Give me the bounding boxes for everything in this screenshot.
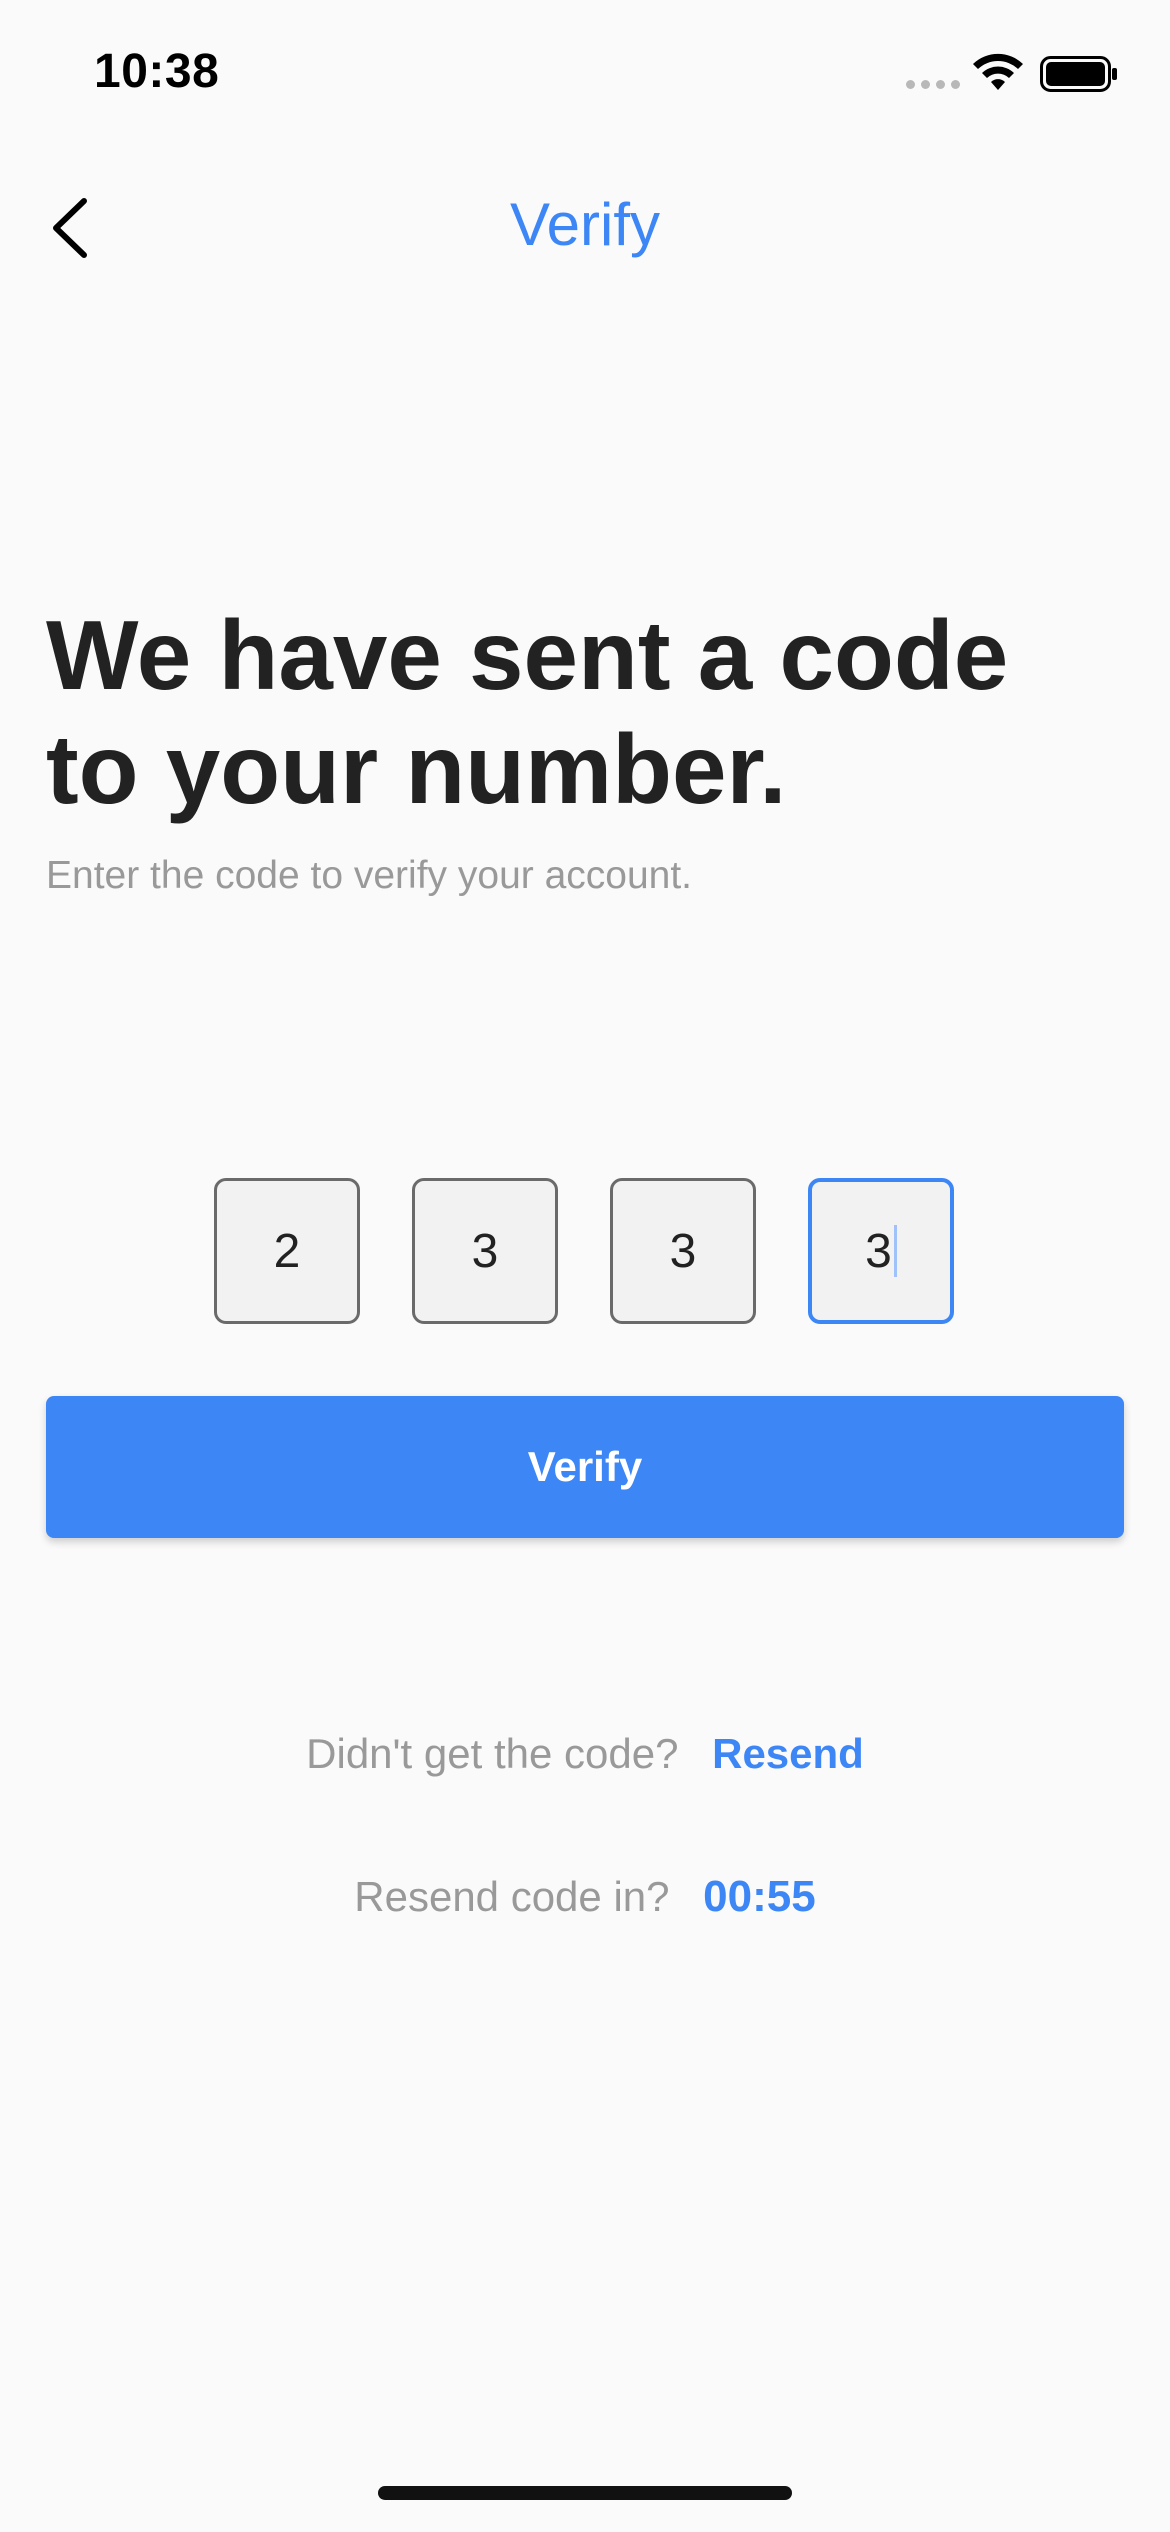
verify-button-label: Verify: [527, 1443, 643, 1490]
code-digit-input-4[interactable]: 3: [808, 1178, 954, 1324]
resend-prompt: Didn't get the code?: [306, 1730, 679, 1777]
headline: We have sent a code to your number.: [46, 598, 1126, 826]
code-digit-input-1[interactable]: 2: [214, 1178, 360, 1324]
page-title: Verify: [509, 191, 661, 258]
verify-screen: 10:38 Verify We have sent a code to your…: [0, 0, 1170, 2532]
home-indicator[interactable]: [378, 2486, 792, 2500]
resend-row: Didn't get the code? Resend: [0, 1730, 1170, 1778]
headline-line-2: to your number.: [46, 714, 787, 824]
code-digit-input-2[interactable]: 3: [412, 1178, 558, 1324]
wifi-icon: [973, 53, 1023, 90]
headline-line-1: We have sent a code: [46, 600, 1009, 710]
timer-prompt: Resend code in?: [354, 1873, 670, 1920]
nav-bar: Verify: [0, 160, 1170, 290]
resend-link[interactable]: Resend: [712, 1730, 864, 1777]
status-bar: 10:38: [0, 0, 1170, 140]
code-digit-value: 3: [865, 1224, 892, 1278]
cellular-signal-icon: [906, 80, 960, 89]
text-cursor: [893, 1225, 897, 1277]
countdown-timer: 00:55: [703, 1872, 816, 1921]
battery-icon: [1040, 56, 1117, 92]
code-digit-input-3[interactable]: 3: [610, 1178, 756, 1324]
status-time: 10:38: [94, 45, 220, 98]
verify-button[interactable]: Verify: [46, 1396, 1124, 1538]
resend-timer-row: Resend code in? 00:55: [0, 1872, 1170, 1922]
code-digit-value: 2: [273, 1224, 301, 1278]
code-digit-value: 3: [471, 1224, 499, 1278]
code-digit-value: 3: [669, 1224, 697, 1278]
verification-code-inputs: 2 3 3 3: [0, 1178, 1170, 1328]
subtitle: Enter the code to verify your account.: [46, 854, 693, 897]
